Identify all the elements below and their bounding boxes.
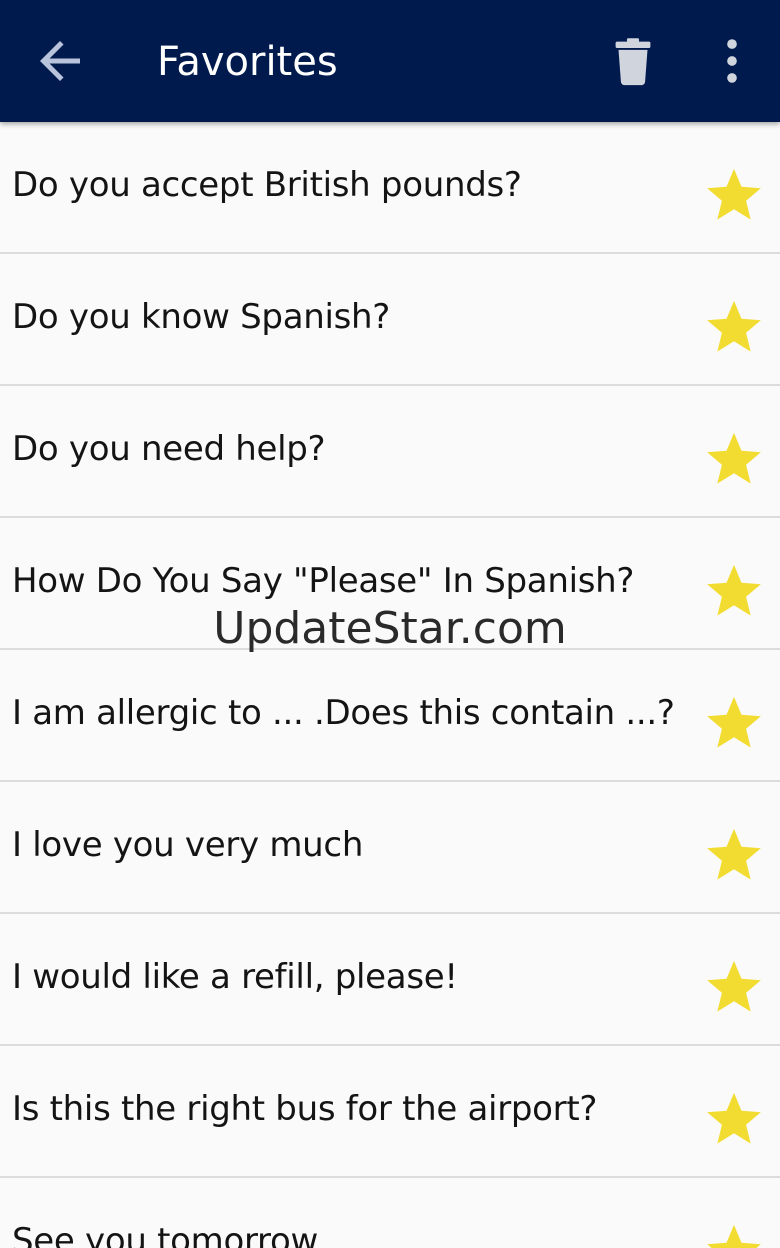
more-vert-icon xyxy=(727,39,737,83)
star-icon xyxy=(707,1224,761,1248)
list-item[interactable]: See you tomorrow xyxy=(0,1178,780,1248)
phrase-text: Do you accept British pounds? xyxy=(12,165,522,205)
favorite-star-button[interactable] xyxy=(705,1221,763,1248)
star-icon xyxy=(707,300,761,352)
phrase-text: See you tomorrow xyxy=(12,1221,318,1248)
back-button[interactable] xyxy=(30,31,90,91)
list-item[interactable]: I love you very much xyxy=(0,782,780,914)
star-icon xyxy=(707,564,761,616)
star-icon xyxy=(707,1092,761,1144)
list-item[interactable]: How Do You Say "Please" In Spanish? xyxy=(0,518,780,650)
phrase-text: I am allergic to ... .Does this contain … xyxy=(12,693,675,733)
page-title: Favorites xyxy=(157,39,338,85)
favorites-screen: Favorites Do you accept British pounds? … xyxy=(0,0,780,1248)
list-item[interactable]: I am allergic to ... .Does this contain … xyxy=(0,650,780,782)
phrase-text: Do you know Spanish? xyxy=(12,297,391,337)
favorite-star-button[interactable] xyxy=(705,429,763,487)
phrase-text: How Do You Say "Please" In Spanish? xyxy=(12,561,635,601)
favorites-list: Do you accept British pounds? Do you kno… xyxy=(0,122,780,1248)
list-item[interactable]: Is this the right bus for the airport? xyxy=(0,1046,780,1178)
favorite-star-button[interactable] xyxy=(705,957,763,1015)
list-item[interactable]: Do you know Spanish? xyxy=(0,254,780,386)
star-icon xyxy=(707,432,761,484)
app-toolbar: Favorites xyxy=(0,0,780,122)
star-icon xyxy=(707,696,761,748)
favorite-star-button[interactable] xyxy=(705,693,763,751)
star-icon xyxy=(707,168,761,220)
star-icon xyxy=(707,828,761,880)
favorite-star-button[interactable] xyxy=(705,1089,763,1147)
phrase-text: I love you very much xyxy=(12,825,364,865)
arrow-left-icon xyxy=(40,41,80,81)
star-icon xyxy=(707,960,761,1012)
trash-icon xyxy=(615,38,651,86)
favorite-star-button[interactable] xyxy=(705,297,763,355)
list-item[interactable]: Do you accept British pounds? xyxy=(0,122,780,254)
favorite-star-button[interactable] xyxy=(705,825,763,883)
delete-all-button[interactable] xyxy=(604,32,662,90)
favorite-star-button[interactable] xyxy=(705,561,763,619)
list-item[interactable]: Do you need help? xyxy=(0,386,780,518)
more-options-button[interactable] xyxy=(712,32,752,90)
favorite-star-button[interactable] xyxy=(705,165,763,223)
phrase-text: Is this the right bus for the airport? xyxy=(12,1089,598,1129)
phrase-text: Do you need help? xyxy=(12,429,326,469)
phrase-text: I would like a refill, please! xyxy=(12,957,458,997)
list-item[interactable]: I would like a refill, please! xyxy=(0,914,780,1046)
